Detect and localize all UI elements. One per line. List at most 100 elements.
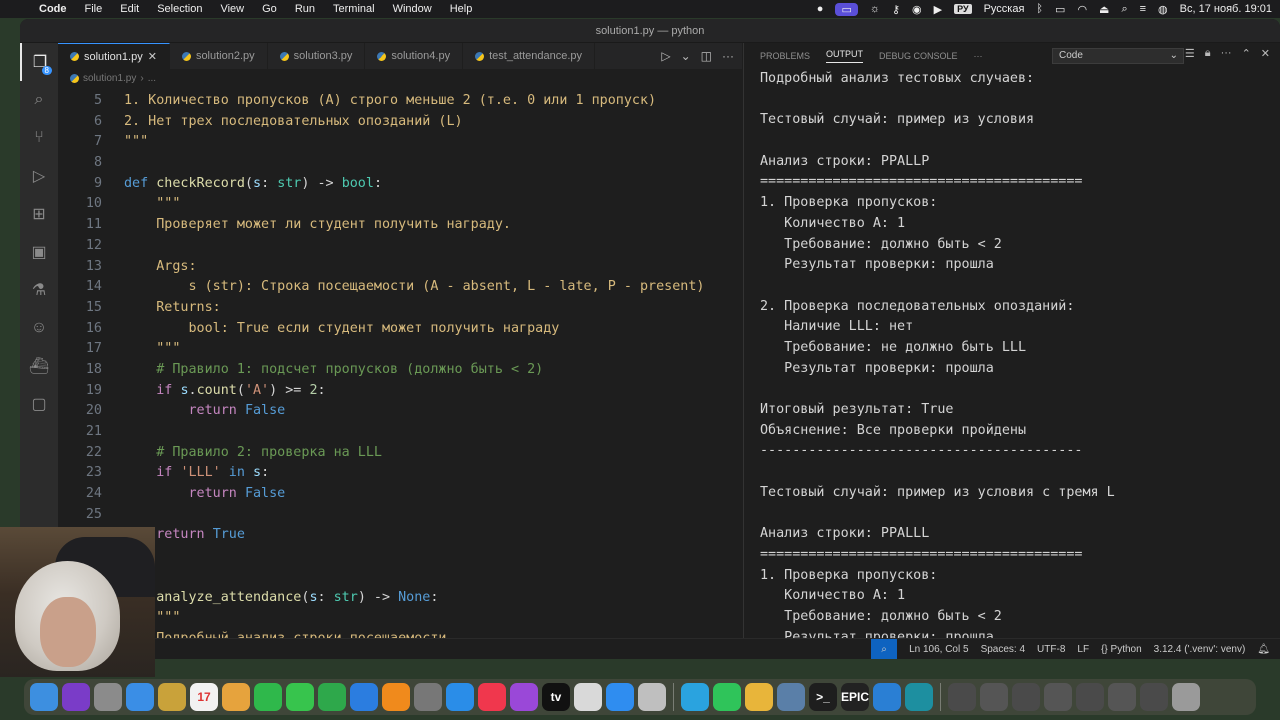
whatsapp-icon[interactable] xyxy=(713,683,741,711)
code-line[interactable]: 8 xyxy=(58,153,742,174)
screen-share-icon[interactable]: ▭ xyxy=(835,2,858,16)
chevron-down-icon[interactable]: ⌄ xyxy=(681,49,691,63)
indentation[interactable]: Spaces: 4 xyxy=(981,644,1025,655)
code-line[interactable]: 7 """ xyxy=(58,132,742,153)
code-editor[interactable]: 5 1. Количество пропусков (A) строго мень… xyxy=(58,91,742,646)
encoding[interactable]: UTF-8 xyxy=(1037,644,1065,655)
menu-edit[interactable]: Edit xyxy=(111,3,148,15)
safari-icon[interactable] xyxy=(446,683,474,711)
terminal-icon[interactable]: >_ xyxy=(809,683,837,711)
chrome-icon[interactable] xyxy=(745,683,773,711)
trash-icon[interactable] xyxy=(1172,683,1200,711)
siri-icon[interactable] xyxy=(62,683,90,711)
window-5-icon[interactable] xyxy=(1076,683,1104,711)
window-4-icon[interactable] xyxy=(1044,683,1072,711)
finder-icon[interactable] xyxy=(30,683,58,711)
breadcrumb-file[interactable]: solution1.py xyxy=(83,73,136,84)
epic-games-icon[interactable]: EPIC xyxy=(841,683,869,711)
code-line[interactable]: def analyze_attendance(s: str) -> None: xyxy=(58,588,742,609)
books-icon[interactable] xyxy=(382,683,410,711)
spotlight-search-icon[interactable]: ⌕ xyxy=(1121,3,1127,16)
menu-help[interactable]: Help xyxy=(441,3,482,15)
menu-run[interactable]: Run xyxy=(286,3,324,15)
code-line[interactable]: 21 xyxy=(58,422,742,443)
code-line[interactable]: 20 return False xyxy=(58,401,742,422)
language-mode[interactable]: {} Python xyxy=(1101,644,1142,655)
menu-selection[interactable]: Selection xyxy=(148,3,211,15)
siri-icon[interactable]: ◍ xyxy=(1158,3,1168,16)
cursor-icon[interactable] xyxy=(905,683,933,711)
code-line[interactable]: 10 """ xyxy=(58,194,742,215)
code-line[interactable]: 6 2. Нет трех последовательных опозданий … xyxy=(58,112,742,133)
input-source-badge[interactable]: РУ xyxy=(954,4,972,14)
tab-solution2[interactable]: solution2.py xyxy=(170,43,268,69)
code-line[interactable]: 16 bool: True если студент может получит… xyxy=(58,319,742,340)
calendar-icon[interactable]: 17 xyxy=(190,683,218,711)
code-line[interactable]: 5 1. Количество пропусков (A) строго мень… xyxy=(58,91,742,112)
code-line[interactable]: return True xyxy=(58,525,742,546)
menu-file[interactable]: File xyxy=(76,3,112,15)
code-line[interactable] xyxy=(58,546,742,567)
menu-window[interactable]: Window xyxy=(384,3,441,15)
source-control-icon[interactable]: ⑂ xyxy=(20,119,58,157)
tab-solution4[interactable]: solution4.py xyxy=(365,43,464,69)
code-line[interactable]: 25 xyxy=(58,505,742,526)
code-line[interactable]: 22 # Правило 2: проверка на LLL xyxy=(58,443,742,464)
copilot-icon[interactable]: ☺ xyxy=(20,309,58,347)
run-file-icon[interactable]: ▷ xyxy=(661,49,670,63)
code-line[interactable]: 24 return False xyxy=(58,484,742,505)
code-line[interactable]: 19 if s.count('A') >= 2: xyxy=(58,381,742,402)
code-line[interactable]: 17 """ xyxy=(58,339,742,360)
photos-icon[interactable] xyxy=(222,683,250,711)
close-icon[interactable]: ✕ xyxy=(148,50,157,63)
brightness-icon[interactable]: ☼ xyxy=(870,3,880,15)
lock-scroll-icon[interactable]: 🔒︎ xyxy=(1205,47,1211,60)
tab-test-attendance[interactable]: test_attendance.py xyxy=(463,43,596,69)
input-source-label[interactable]: Русская xyxy=(984,3,1025,15)
code-line[interactable]: """ xyxy=(58,608,742,629)
tab-solution3[interactable]: solution3.py xyxy=(268,43,366,69)
tv-icon[interactable]: tv xyxy=(542,683,570,711)
zoom-icon[interactable]: ⌕ xyxy=(871,638,898,659)
more-actions-icon[interactable]: ··· xyxy=(1221,47,1232,60)
output-text[interactable]: Подробный анализ тестовых случаев: Тестов… xyxy=(760,69,1280,648)
creative-cloud-icon[interactable]: ◉ xyxy=(912,3,922,16)
window-1-icon[interactable] xyxy=(948,683,976,711)
lock-icon[interactable]: ⚷ xyxy=(892,3,900,16)
run-debug-icon[interactable]: ▷ xyxy=(20,157,58,195)
tab-debug-console[interactable]: DEBUG CONSOLE xyxy=(879,51,958,61)
python-interpreter[interactable]: 3.12.4 ('.venv': venv) xyxy=(1154,644,1246,655)
files-icon[interactable]: ❐ 8 xyxy=(20,43,58,81)
app-menu[interactable]: Code xyxy=(30,3,76,15)
code-line[interactable]: 14 s (str): Строка посещаемости (A - abs… xyxy=(58,277,742,298)
code-line[interactable]: 18 # Правило 1: подсчет пропусков (должн… xyxy=(58,360,742,381)
docker-icon[interactable]: ⛴ xyxy=(20,347,58,385)
comments-icon[interactable]: ▢ xyxy=(20,385,58,423)
search-icon[interactable]: ⌕ xyxy=(20,81,58,119)
code-line[interactable]: 9 def checkRecord(s: str) -> bool: xyxy=(58,174,742,195)
notes-icon[interactable] xyxy=(158,683,186,711)
window-7-icon[interactable] xyxy=(1140,683,1168,711)
control-center-icon[interactable]: ≡ xyxy=(1140,3,1146,15)
battery-icon[interactable]: ▭ xyxy=(1055,3,1065,16)
testing-icon[interactable]: ⚗ xyxy=(20,271,58,309)
freeform-icon[interactable] xyxy=(606,683,634,711)
wifi-icon[interactable]: ◠ xyxy=(1077,3,1087,16)
bluetooth-icon[interactable]: ᛒ xyxy=(1036,3,1043,15)
line-ending[interactable]: LF xyxy=(1077,644,1089,655)
split-editor-icon[interactable]: ◫ xyxy=(701,49,712,63)
panel-more-icon[interactable]: ··· xyxy=(974,51,983,61)
close-icon[interactable]: ✕ xyxy=(1261,47,1270,60)
messages-icon[interactable] xyxy=(286,683,314,711)
tab-solution1[interactable]: solution1.py ✕ xyxy=(58,43,170,69)
code-line[interactable]: 15 Returns: xyxy=(58,298,742,319)
window-3-icon[interactable] xyxy=(1012,683,1040,711)
clock[interactable]: Вс, 17 нояб. 19:01 xyxy=(1180,3,1272,15)
code-line[interactable]: 13 Args: xyxy=(58,257,742,278)
eject-icon[interactable]: ⏏ xyxy=(1099,3,1109,16)
extensions-icon[interactable]: ⊞ xyxy=(20,195,58,233)
numbers-icon[interactable] xyxy=(318,683,346,711)
menu-terminal[interactable]: Terminal xyxy=(324,3,384,15)
window-6-icon[interactable] xyxy=(1108,683,1136,711)
music-icon[interactable] xyxy=(478,683,506,711)
